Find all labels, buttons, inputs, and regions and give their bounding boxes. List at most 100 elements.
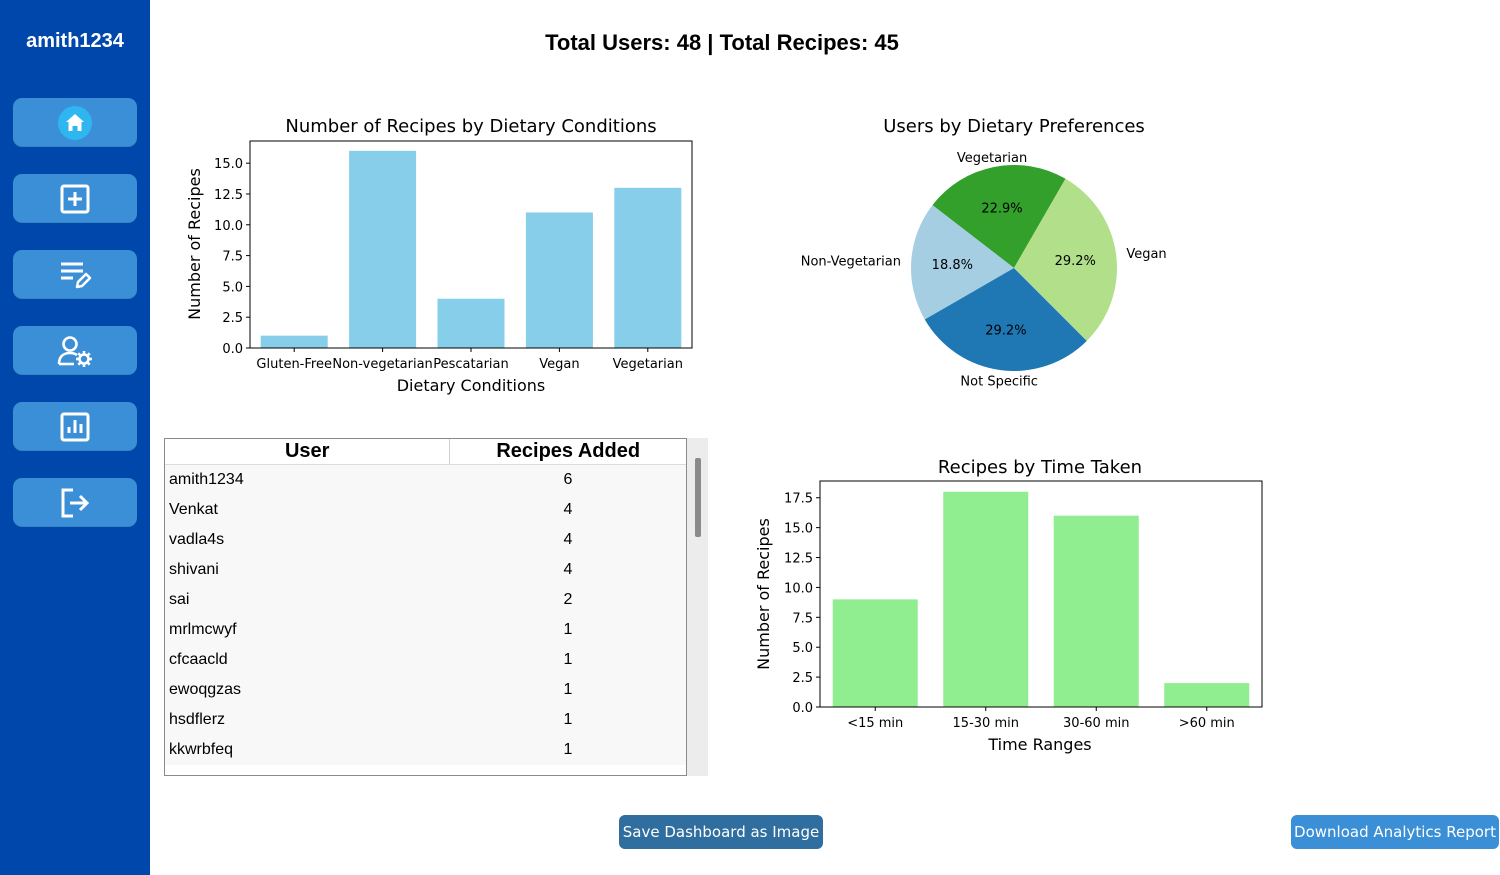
pie-pct-label: 18.8%	[932, 258, 973, 273]
table-header: User Recipes Added	[165, 439, 686, 465]
nav-user-settings-button[interactable]	[13, 326, 137, 375]
username-label: amith1234	[26, 30, 124, 52]
add-recipe-icon	[60, 184, 90, 213]
table-cell-recipes-added: 1	[563, 651, 573, 668]
analytics-icon	[60, 412, 90, 441]
save-dashboard-button[interactable]: Save Dashboard as Image	[619, 815, 823, 849]
nav-logout-button[interactable]	[13, 478, 137, 527]
table-cell-user: ewoqgzas	[169, 681, 242, 698]
table-row[interactable]: hsdflerz 1	[165, 705, 686, 735]
table-body: amith1234 6 Venkat 4 vadla4s 4 shivani 4 sai 2 mrl…	[165, 465, 686, 765]
pie-category-label: Non-Vegetarian	[801, 254, 901, 269]
table-cell-user: sai	[169, 591, 190, 608]
table-cell-recipes-added: 1	[563, 711, 573, 728]
bar-3	[1164, 683, 1250, 707]
chart-title: Recipes by Time Taken	[938, 457, 1142, 478]
y-tick-label: 15.0	[784, 522, 813, 537]
y-axis-label: Number of Recipes	[185, 168, 204, 320]
bar-1	[349, 150, 417, 348]
table-row[interactable]: shivani 4	[165, 555, 686, 585]
y-axis-label: Number of Recipes	[754, 518, 773, 670]
x-tick-label: Pescatarian	[433, 357, 509, 372]
user-recipes-table[interactable]: User Recipes Added amith1234 6 Venkat 4 vadl…	[164, 438, 687, 776]
table-cell-recipes-added: 2	[563, 591, 573, 608]
table-row[interactable]: vadla4s 4	[165, 525, 686, 555]
chart-title: Number of Recipes by Dietary Conditions	[285, 116, 656, 137]
bar-4	[614, 187, 682, 348]
table-row[interactable]: cfcaacld 1	[165, 645, 686, 675]
y-tick-label: 5.0	[222, 280, 243, 295]
column-header-recipes-added[interactable]: Recipes Added	[450, 439, 686, 464]
column-header-user[interactable]: User	[165, 439, 451, 464]
table-cell-user: Venkat	[169, 501, 218, 518]
nav-analytics-button[interactable]	[13, 402, 137, 451]
bar-2	[1053, 515, 1139, 707]
table-cell-recipes-added: 1	[563, 681, 573, 698]
table-row[interactable]: amith1234 6	[165, 465, 686, 495]
table-cell-recipes-added: 1	[563, 741, 573, 758]
bar-3	[525, 212, 593, 348]
summary-stats: Total Users: 48 | Total Recipes: 45	[545, 30, 899, 55]
table-cell-user: hsdflerz	[169, 711, 226, 728]
table-row[interactable]: mrlmcwyf 1	[165, 615, 686, 645]
time-taken-bar-chart: Recipes by Time Taken 0.0 2.5 5.0 7.5 10.0 12…	[754, 457, 1263, 754]
pie-pct-label: 22.9%	[981, 201, 1022, 216]
x-tick-label: <15 min	[847, 716, 903, 731]
table-cell-recipes-added: 4	[563, 561, 573, 578]
nav-home-button[interactable]	[13, 98, 137, 147]
table-row[interactable]: kkwrbfeq 1	[165, 735, 686, 765]
chart-title: Users by Dietary Preferences	[883, 116, 1145, 137]
y-tick-label: 12.5	[214, 188, 243, 203]
dietary-conditions-bar-chart: Number of Recipes by Dietary Conditions …	[185, 116, 693, 395]
x-tick-label: Vegetarian	[613, 357, 683, 372]
home-icon	[58, 105, 92, 140]
sidebar: amith1234	[0, 0, 150, 875]
y-tick-label: 7.5	[222, 250, 243, 265]
table-cell-user: cfcaacld	[169, 651, 228, 668]
table-row[interactable]: Venkat 4	[165, 495, 686, 525]
x-tick-label: Gluten-Free	[256, 357, 332, 372]
y-tick-label: 17.5	[784, 492, 813, 507]
x-axis-label: Dietary Conditions	[397, 376, 546, 395]
table-row[interactable]: sai 2	[165, 585, 686, 615]
dietary-preferences-pie-chart: Users by Dietary Preferences 22.9% Vegeta…	[801, 116, 1167, 389]
table-cell-recipes-added: 4	[563, 501, 573, 518]
x-tick-label: >60 min	[1179, 716, 1235, 731]
logout-icon	[61, 488, 90, 517]
table-cell-recipes-added: 6	[563, 471, 573, 488]
y-tick-label: 10.0	[784, 581, 813, 596]
y-tick-label: 15.0	[214, 157, 243, 172]
table-cell-recipes-added: 1	[563, 621, 573, 638]
edit-list-icon	[61, 262, 92, 288]
y-tick-label: 7.5	[792, 611, 813, 626]
y-tick-label: 5.0	[792, 641, 813, 656]
y-tick-label: 12.5	[784, 552, 813, 567]
bar-2	[437, 298, 505, 348]
pie-category-label: Not Specific	[960, 374, 1038, 389]
bar-0	[832, 599, 918, 707]
y-tick-label: 0.0	[792, 701, 813, 716]
nav-manage-recipes-button[interactable]	[13, 250, 137, 299]
table-row[interactable]: ewoqgzas 1	[165, 675, 686, 705]
bar-1	[943, 491, 1029, 707]
nav-add-recipe-button[interactable]	[13, 174, 137, 223]
pie-category-label: Vegetarian	[957, 151, 1027, 166]
x-tick-label: 30-60 min	[1063, 716, 1129, 731]
table-scrollbar-thumb[interactable]	[695, 458, 701, 537]
y-tick-label: 2.5	[222, 311, 243, 326]
table-cell-user: amith1234	[169, 471, 244, 488]
pie-pct-label: 29.2%	[985, 323, 1026, 338]
pie-category-label: Vegan	[1126, 247, 1166, 262]
pie-pct-label: 29.2%	[1055, 254, 1096, 269]
x-tick-label: 15-30 min	[953, 716, 1019, 731]
y-tick-label: 0.0	[222, 342, 243, 357]
y-tick-label: 10.0	[214, 219, 243, 234]
bar-0	[260, 335, 328, 348]
x-tick-label: Vegan	[539, 357, 579, 372]
table-cell-user: vadla4s	[169, 531, 225, 548]
download-report-button[interactable]: Download Analytics Report	[1291, 815, 1499, 849]
table-cell-user: mrlmcwyf	[169, 621, 237, 638]
table-cell-recipes-added: 4	[563, 531, 573, 548]
x-tick-label: Non-vegetarian	[332, 357, 432, 372]
y-tick-label: 2.5	[792, 671, 813, 686]
